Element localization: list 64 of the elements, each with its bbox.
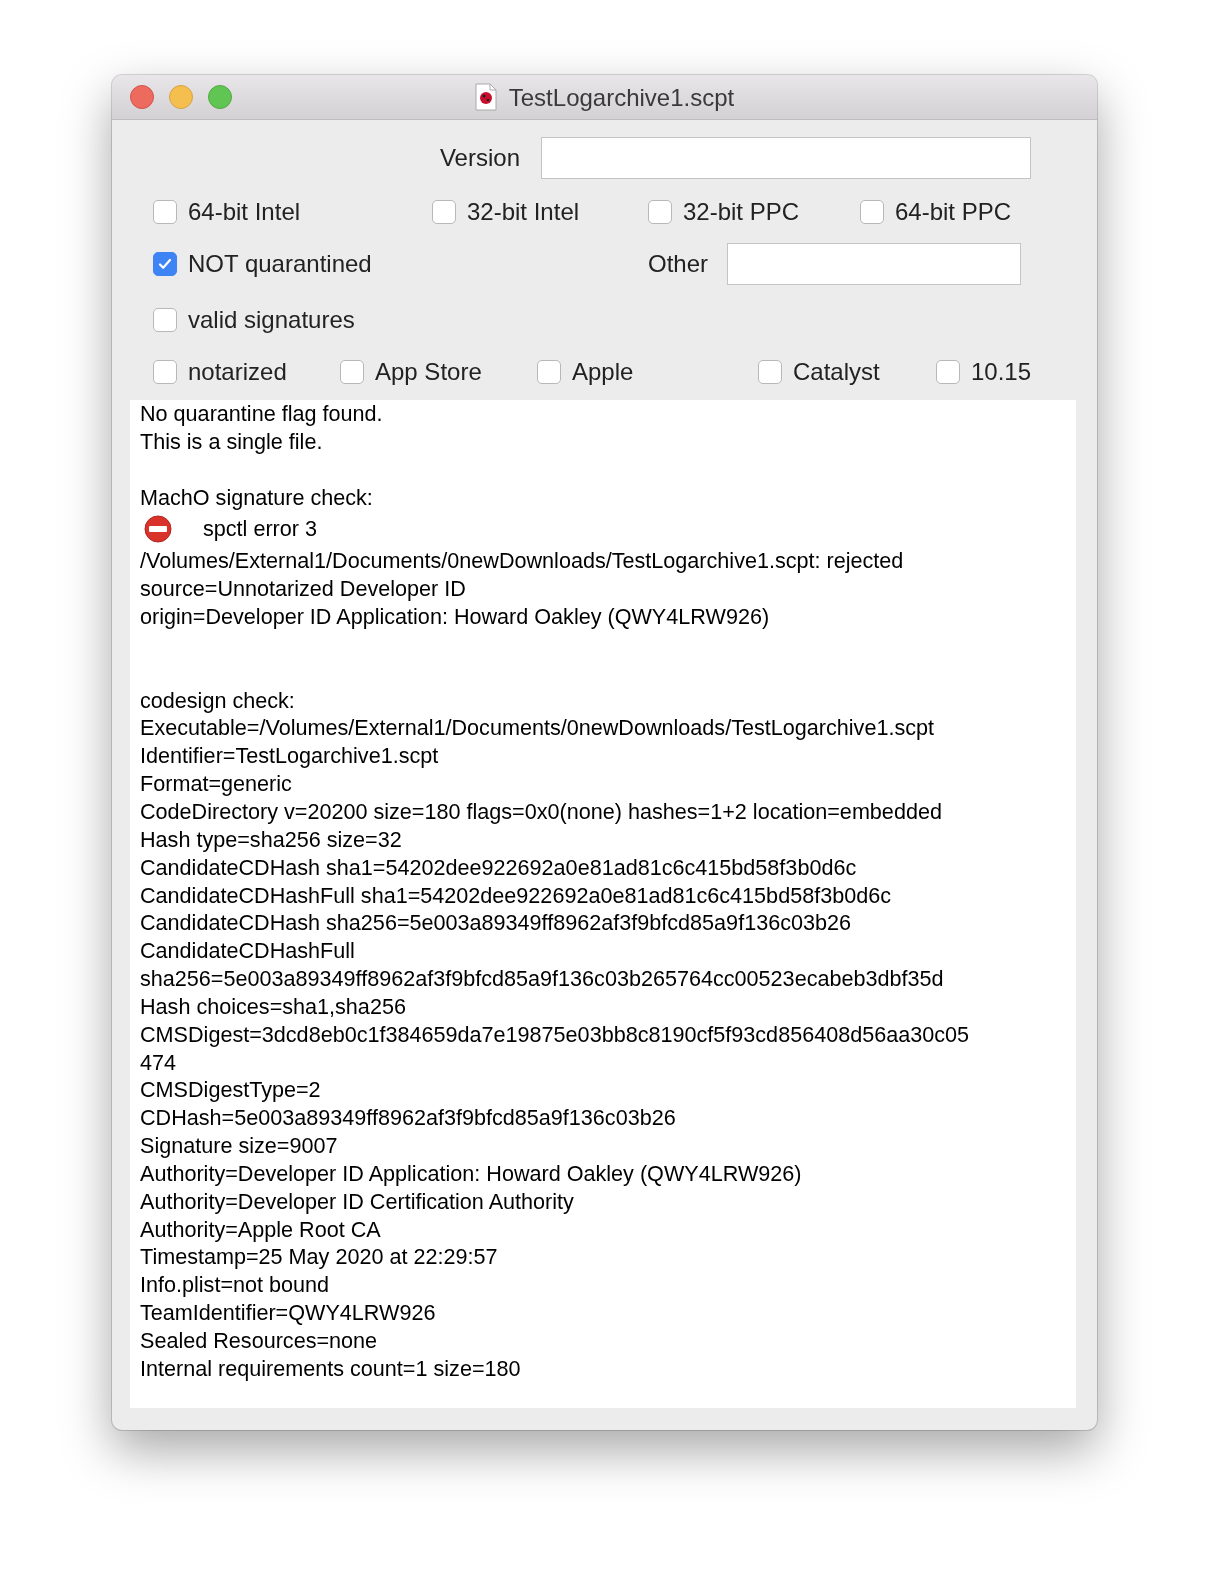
version-field[interactable] bbox=[541, 137, 1031, 179]
output-line: sha256=5e003a89349ff8962af3f9bfcd85a9f136c03b265764cc00523ecabeb3dbf35d bbox=[140, 965, 945, 993]
error-message: spctl error 3 bbox=[203, 515, 317, 544]
output-line: source=Unnotarized Developer ID bbox=[140, 575, 467, 604]
checkbox-icon[interactable] bbox=[758, 360, 782, 384]
output-line: CMSDigest=3dcd8eb0c1f384659da7e19875e03bb8c8190cf5f93cd856408d56aa30c05 bbox=[140, 1020, 971, 1049]
other-label: Other bbox=[648, 249, 709, 279]
output-line: Internal requirements count=1 size=180 bbox=[140, 1354, 522, 1383]
output-line: CandidateCDHashFull bbox=[140, 937, 356, 966]
output-line: Authority=Developer ID Application: Howard Oakley (QWY4LRW926) bbox=[140, 1159, 803, 1188]
output-line: Signature size=9007 bbox=[140, 1132, 339, 1160]
window-title: TestLogarchive1.scpt bbox=[508, 82, 735, 113]
checkbox-icon[interactable] bbox=[153, 360, 177, 384]
checkbox-label[interactable]: 64-bit PPC bbox=[895, 194, 1012, 230]
output-line: Authority=Apple Root CA bbox=[140, 1215, 382, 1244]
output-line: origin=Developer ID Application: Howard Oakley (QWY4LRW926) bbox=[140, 603, 771, 631]
output-line: CodeDirectory v=20200 size=180 flags=0x0(none) hashes=1+2 location=embedded bbox=[140, 797, 943, 826]
output-line: Identifier=TestLogarchive1.scpt bbox=[140, 742, 440, 771]
other-field[interactable] bbox=[727, 243, 1022, 285]
checkbox-label[interactable]: 10.15 bbox=[971, 354, 1032, 390]
checkbox-label[interactable]: 32-bit Intel bbox=[467, 194, 580, 230]
stop-icon bbox=[143, 515, 173, 544]
checkbox-icon[interactable] bbox=[153, 200, 177, 224]
output-line: CandidateCDHash sha1=54202dee922692a0e81ad81c6c415bd58f3b0d6c bbox=[140, 853, 858, 882]
output-line: Info.plist=not bound bbox=[140, 1271, 331, 1300]
output-line: Timestamp=25 May 2020 at 22:29:57 bbox=[140, 1243, 499, 1272]
output-line: CMSDigestType=2 bbox=[140, 1076, 322, 1105]
checkbox-label[interactable]: NOT quarantined bbox=[188, 246, 372, 282]
version-label: Version bbox=[438, 143, 520, 173]
checked-checkbox-icon[interactable] bbox=[153, 252, 177, 276]
minimize-button[interactable] bbox=[169, 85, 193, 109]
checkbox-label[interactable]: 64-bit Intel bbox=[188, 194, 301, 230]
checkbox-label[interactable]: valid signatures bbox=[188, 302, 355, 338]
checkbox-label[interactable]: Apple bbox=[572, 354, 634, 390]
output-line: TeamIdentifier=QWY4LRW926 bbox=[140, 1299, 437, 1327]
output-line: /Volumes/External1/Documents/0newDownloads/TestLogarchive1.scpt: rejected bbox=[140, 547, 905, 576]
output-line: No quarantine flag found. bbox=[140, 400, 384, 428]
close-button[interactable] bbox=[130, 85, 154, 109]
document-icon bbox=[474, 83, 497, 111]
checkbox-icon[interactable] bbox=[153, 308, 177, 332]
output-line: 474 bbox=[140, 1048, 178, 1077]
checkbox-icon[interactable] bbox=[936, 360, 960, 384]
checkbox-icon[interactable] bbox=[340, 360, 364, 384]
checkbox-label[interactable]: App Store bbox=[375, 354, 482, 390]
output-line: codesign check: bbox=[140, 686, 296, 715]
output-line: MachO signature check: bbox=[140, 483, 374, 512]
output-line: CDHash=5e003a89349ff8962af3f9bfcd85a9f136c03b26 bbox=[140, 1104, 677, 1133]
zoom-button[interactable] bbox=[208, 85, 232, 109]
output-line: Hash choices=sha1,sha256 bbox=[140, 992, 407, 1021]
output-line: Executable=/Volumes/External1/Documents/0newDownloads/TestLogarchive1.scpt bbox=[140, 714, 935, 743]
output-line: Hash type=sha256 size=32 bbox=[140, 825, 403, 854]
checkbox-label[interactable]: Catalyst bbox=[793, 354, 880, 390]
output-line: This is a single file. bbox=[140, 427, 324, 456]
output-line: Authority=Developer ID Certification Authority bbox=[140, 1187, 575, 1216]
checkbox-icon[interactable] bbox=[648, 200, 672, 224]
checkbox-icon[interactable] bbox=[432, 200, 456, 224]
output-line: Format=generic bbox=[140, 770, 293, 798]
checkbox-label[interactable]: notarized bbox=[188, 354, 287, 390]
output-line: CandidateCDHashFull sha1=54202dee922692a0e81ad81c6c415bd58f3b0d6c bbox=[140, 881, 892, 910]
output-line: Sealed Resources=none bbox=[140, 1327, 379, 1355]
checkbox-label[interactable]: 32-bit PPC bbox=[683, 194, 800, 230]
output-line: CandidateCDHash sha256=5e003a89349ff8962af3f9bfcd85a9f136c03b26 bbox=[140, 909, 852, 938]
checkbox-icon[interactable] bbox=[537, 360, 561, 384]
checkbox-icon[interactable] bbox=[860, 200, 884, 224]
